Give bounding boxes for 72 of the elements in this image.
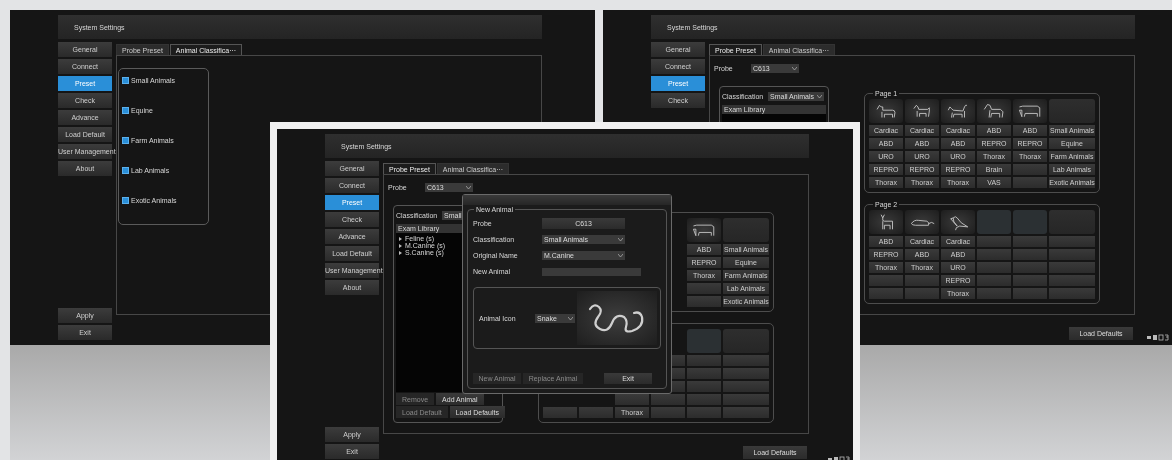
empty-slot — [1049, 288, 1095, 299]
empty-tile — [723, 218, 769, 242]
empty-slot — [723, 381, 769, 392]
empty-slot — [723, 394, 769, 405]
empty-slot — [1013, 236, 1047, 247]
animal-button[interactable] — [977, 99, 1011, 123]
checkbox[interactable] — [122, 76, 129, 84]
empty-slot — [977, 236, 1011, 247]
empty-slot — [977, 288, 1011, 299]
bullet-icon — [399, 243, 402, 248]
empty-slot — [687, 283, 721, 294]
empty-tile — [1049, 210, 1095, 234]
empty-slot — [687, 355, 721, 366]
empty-slot — [687, 296, 721, 307]
animal-button[interactable] — [905, 210, 939, 234]
empty-slot — [615, 394, 649, 405]
animal-button[interactable] — [687, 218, 721, 242]
empty-slot — [687, 368, 721, 379]
animal-button[interactable] — [1013, 99, 1047, 123]
empty-tile — [977, 210, 1011, 234]
caret-icon — [792, 66, 797, 70]
checkbox[interactable] — [122, 166, 129, 174]
animal-button[interactable] — [941, 210, 975, 234]
empty-slot — [1049, 275, 1095, 286]
empty-slot — [1013, 262, 1047, 273]
empty-slot — [977, 262, 1011, 273]
empty-slot — [687, 407, 721, 418]
empty-tile — [1049, 99, 1095, 123]
empty-slot — [543, 407, 577, 418]
bullet-icon — [399, 250, 402, 255]
empty-slot — [723, 355, 769, 366]
empty-slot — [977, 275, 1011, 286]
empty-slot — [1013, 177, 1047, 188]
empty-slot — [977, 249, 1011, 260]
caret-icon — [817, 94, 822, 98]
empty-tile — [723, 329, 769, 353]
empty-slot — [905, 275, 939, 286]
caret-icon — [568, 316, 573, 320]
caret-icon — [466, 185, 471, 189]
bullet-icon — [399, 236, 402, 241]
empty-tile — [1013, 210, 1047, 234]
checkbox[interactable] — [122, 106, 129, 114]
input-field[interactable] — [542, 267, 641, 276]
empty-slot — [1049, 236, 1095, 247]
animal-button[interactable] — [905, 99, 939, 123]
empty-tile — [687, 329, 721, 353]
animal-button[interactable] — [941, 99, 975, 123]
empty-slot — [905, 288, 939, 299]
animal-button[interactable] — [869, 99, 903, 123]
empty-slot — [579, 407, 613, 418]
checkbox[interactable] — [122, 196, 129, 204]
empty-slot — [687, 381, 721, 392]
animal-button[interactable] — [869, 210, 903, 234]
caret-icon — [618, 254, 623, 257]
empty-slot — [1049, 249, 1095, 260]
empty-slot — [1013, 164, 1047, 175]
caret-icon — [618, 238, 623, 241]
empty-slot — [723, 368, 769, 379]
empty-slot — [723, 407, 769, 418]
empty-slot — [1013, 275, 1047, 286]
empty-slot — [1013, 288, 1047, 299]
empty-slot — [1013, 249, 1047, 260]
cow-icon — [1017, 102, 1043, 120]
empty-slot — [687, 394, 721, 405]
status-icons-drawing — [1147, 334, 1169, 341]
empty-slot — [869, 275, 903, 286]
empty-slot — [869, 288, 903, 299]
cow-icon — [691, 221, 717, 239]
checkbox[interactable] — [122, 136, 129, 144]
empty-slot — [651, 394, 685, 405]
empty-slot — [1049, 262, 1095, 273]
empty-slot — [651, 407, 685, 418]
